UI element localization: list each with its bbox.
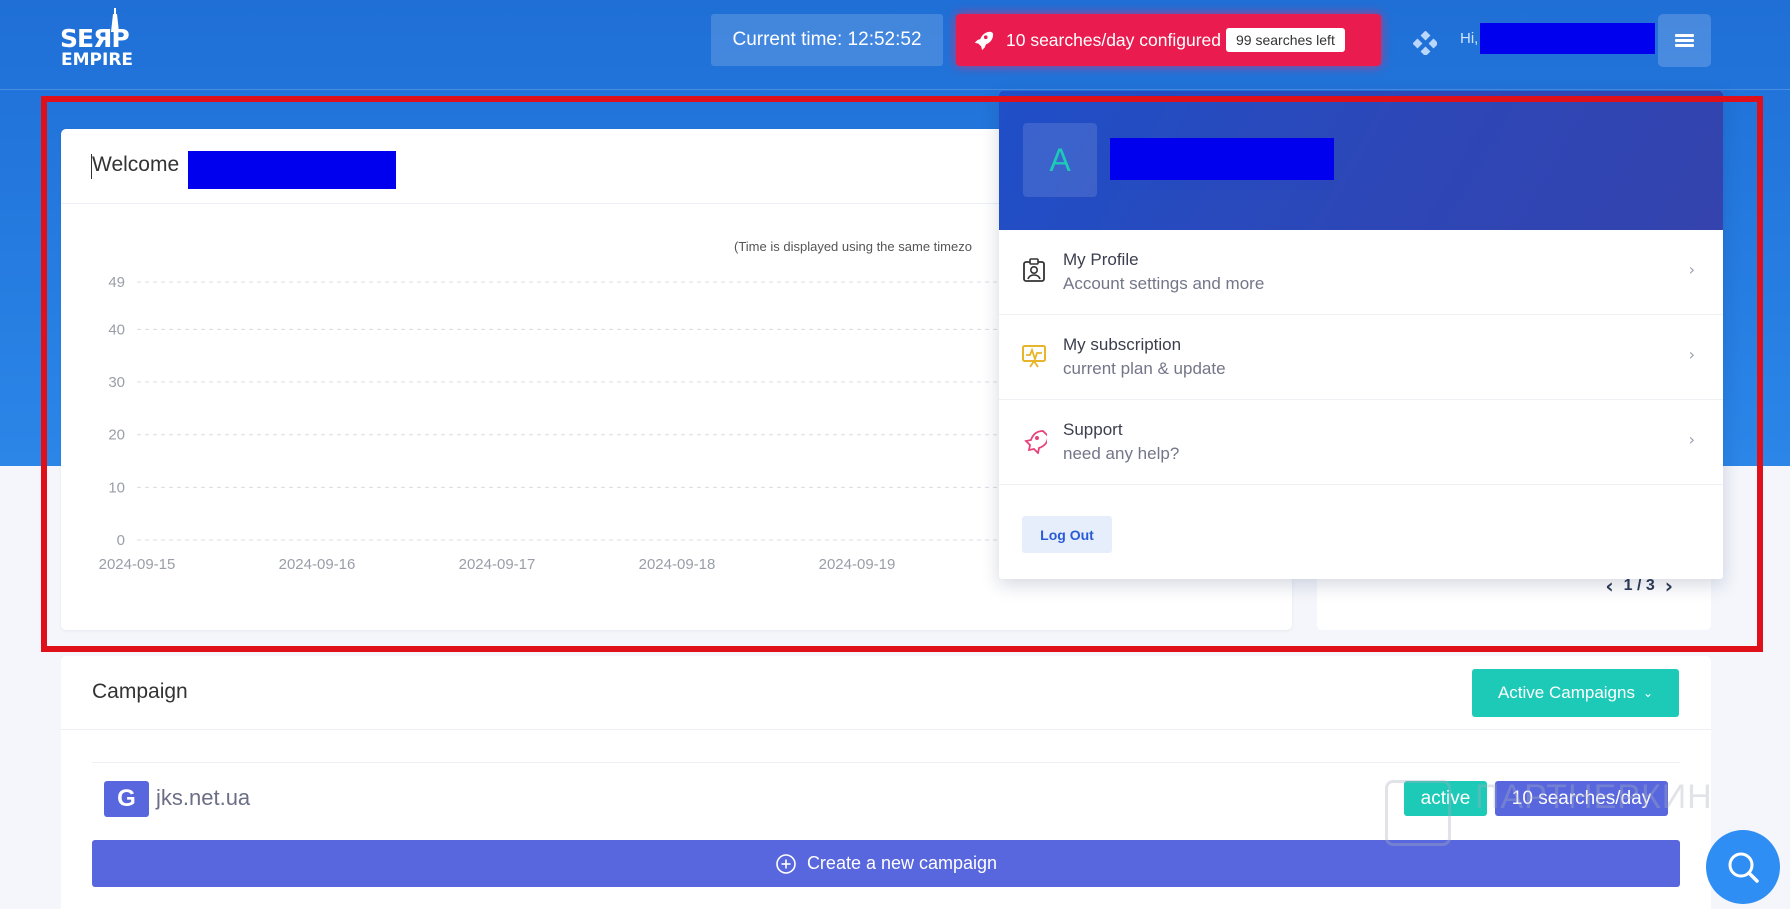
hamburger-icon [1675, 32, 1694, 49]
chevron-right-icon: › [1688, 430, 1695, 449]
y-tick-label: 49 [108, 274, 125, 291]
user-name-redacted [1110, 138, 1334, 180]
x-tick-label: 2024-09-15 [99, 556, 176, 573]
y-tick-label: 0 [117, 532, 125, 549]
campaign-title: Campaign [92, 680, 188, 703]
menu-item-title: Support [1063, 420, 1123, 439]
y-tick-label: 30 [108, 374, 125, 391]
page-indicator: 1 / 3 [1623, 577, 1655, 594]
top-navbar: SEЯP EMPIRE Current time: 12:52:52 10 se… [0, 0, 1790, 90]
chevron-right-icon: › [1688, 260, 1695, 279]
chevron-right-icon: › [1688, 345, 1695, 364]
chevron-down-icon: ⌄ [1642, 686, 1654, 700]
greeting-text: Hi, [1460, 30, 1479, 47]
create-campaign-button[interactable]: Create a new campaign [92, 840, 1680, 887]
search-icon [1728, 852, 1759, 883]
active-campaigns-label: Active Campaigns [1497, 683, 1635, 702]
x-tick-label: 2024-09-17 [459, 556, 536, 573]
menu-item-support[interactable]: Support need any help? › [999, 400, 1723, 485]
x-tick-label: 2024-09-18 [639, 556, 716, 573]
menu-item-title: My subscription [1063, 335, 1182, 354]
menu-item-subtitle: need any help? [1063, 444, 1180, 463]
support-icon [1024, 430, 1047, 454]
menu-item-my-profile[interactable]: My Profile Account settings and more › [999, 230, 1723, 315]
active-campaigns-dropdown[interactable]: Active Campaigns ⌄ [1472, 669, 1679, 717]
username-redacted[interactable] [1480, 23, 1655, 54]
create-campaign-label: Create a new campaign [806, 853, 998, 873]
logout-button[interactable]: Log Out [1022, 516, 1112, 553]
campaign-card: Campaign Active Campaigns ⌄ G jks.net.ua… [61, 656, 1711, 909]
plus-circle-icon [776, 853, 796, 874]
avatar: A [1023, 123, 1097, 197]
y-tick-label: 20 [108, 427, 125, 444]
quota-configured-text: 10 searches/day configured [1006, 29, 1221, 50]
user-dropdown-menu: A My Profile Account settings and more ›… [999, 91, 1723, 579]
dropdown-header: A [999, 91, 1723, 230]
menu-item-title: My Profile [1063, 250, 1139, 269]
x-tick-label: 2024-09-16 [279, 556, 356, 573]
y-tick-label: 10 [108, 479, 125, 496]
current-time: Current time: 12:52:52 [711, 14, 943, 66]
menu-item-my-subscription[interactable]: My subscription current plan & update › [999, 315, 1723, 400]
subscription-icon [1022, 345, 1046, 368]
watermark-logo [1385, 780, 1451, 846]
google-engine-icon: G [104, 781, 149, 817]
apps-icon[interactable] [1413, 31, 1437, 55]
watermark-text: ПАРТНЕРКИН [1475, 778, 1713, 816]
logo-line-2: EMPIRE [61, 50, 134, 70]
profile-icon [1023, 258, 1045, 282]
search-quota-banner[interactable]: 10 searches/day configured 99 searches l… [956, 14, 1381, 66]
menu-item-subtitle: current plan & update [1063, 359, 1226, 378]
hamburger-menu-button[interactable] [1658, 14, 1711, 67]
serp-empire-logo[interactable]: SEЯP EMPIRE [60, 8, 136, 70]
y-tick-label: 40 [108, 321, 125, 338]
campaign-domain[interactable]: jks.net.ua [156, 785, 250, 811]
campaign-header: Campaign Active Campaigns ⌄ [61, 656, 1711, 730]
menu-item-subtitle: Account settings and more [1063, 274, 1265, 293]
rocket-icon [974, 31, 994, 51]
x-tick-label: 2024-09-19 [819, 556, 896, 573]
searches-left-badge: 99 searches left [1226, 28, 1345, 52]
chat-support-button[interactable] [1706, 830, 1780, 904]
logo-line-1: SEЯP [60, 24, 130, 53]
